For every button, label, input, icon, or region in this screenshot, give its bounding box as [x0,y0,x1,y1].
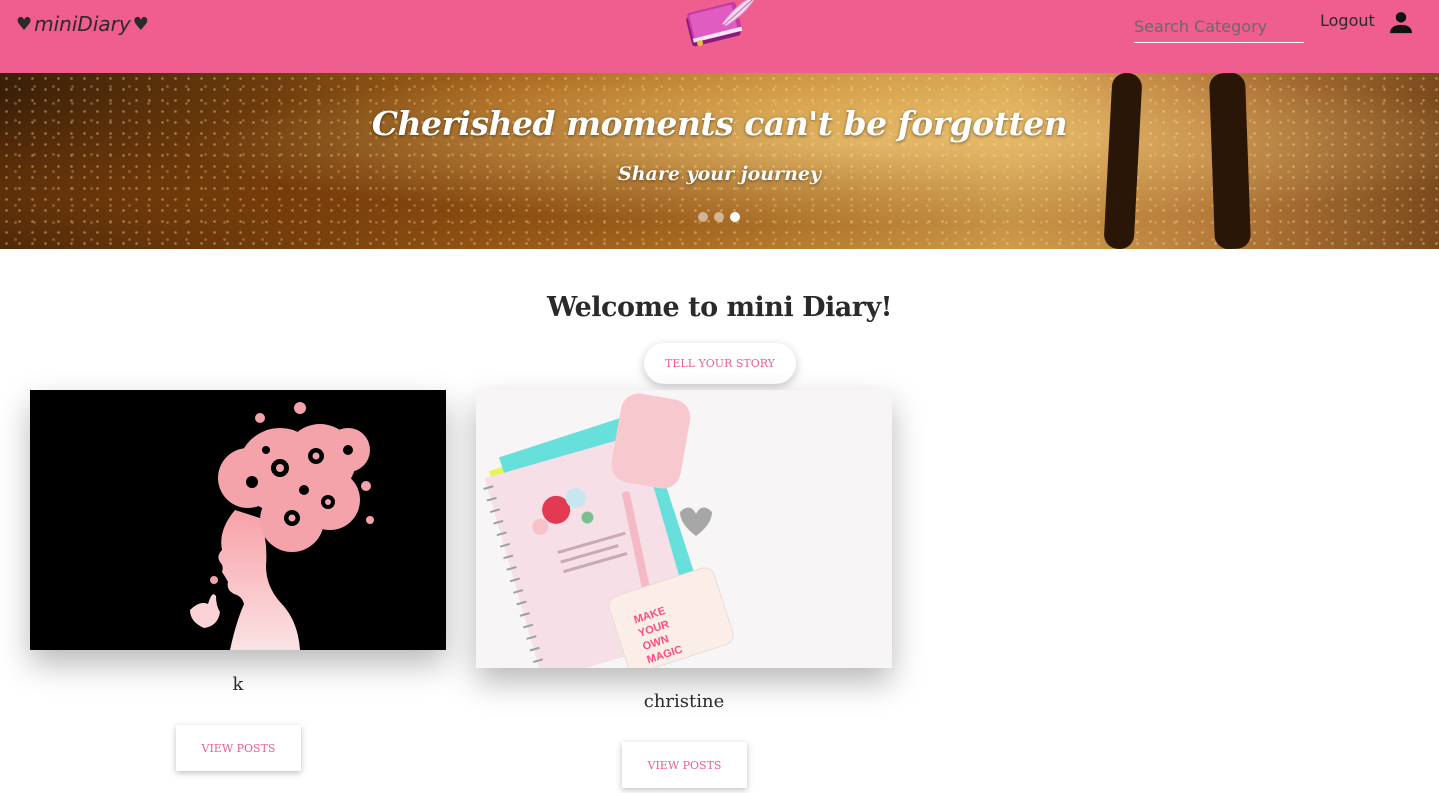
heart-icon: ♥ [132,13,149,35]
heart-icon: ♥ [16,13,33,35]
welcome-heading: Welcome to mini Diary! [546,292,893,323]
view-posts-button[interactable]: View posts [622,742,747,788]
carousel-dot[interactable] [714,212,724,222]
hero-subtitle: Share your journey [617,163,822,185]
carousel-indicators [698,212,740,222]
card-username: christine [643,691,725,712]
hero-carousel[interactable] [0,73,1439,249]
tell-your-story-button[interactable]: Tell your story [644,343,796,384]
diary-logo-icon[interactable] [678,0,760,48]
logout-link[interactable]: Logout [1320,11,1375,30]
top-navbar: ♥ miniDiary ♥ Logout [0,0,1439,73]
view-posts-button[interactable]: View posts [176,725,301,771]
hero-title: Cherished moments can't be forgotten [371,104,1068,143]
person-icon[interactable] [1387,8,1415,36]
carousel-dot[interactable] [698,212,708,222]
brand-link[interactable]: ♥ miniDiary ♥ [16,12,149,36]
brand-name: miniDiary [34,12,131,36]
search-category-input[interactable] [1134,10,1304,43]
carousel-dot-active[interactable] [730,212,740,222]
silhouette-leg [1208,73,1252,249]
card-image-floral-silhouette[interactable] [30,390,446,650]
card-username: k [232,674,244,695]
card-image-notebook-flatlay[interactable]: MAKE YOUR OWN MAGIC [476,390,892,668]
